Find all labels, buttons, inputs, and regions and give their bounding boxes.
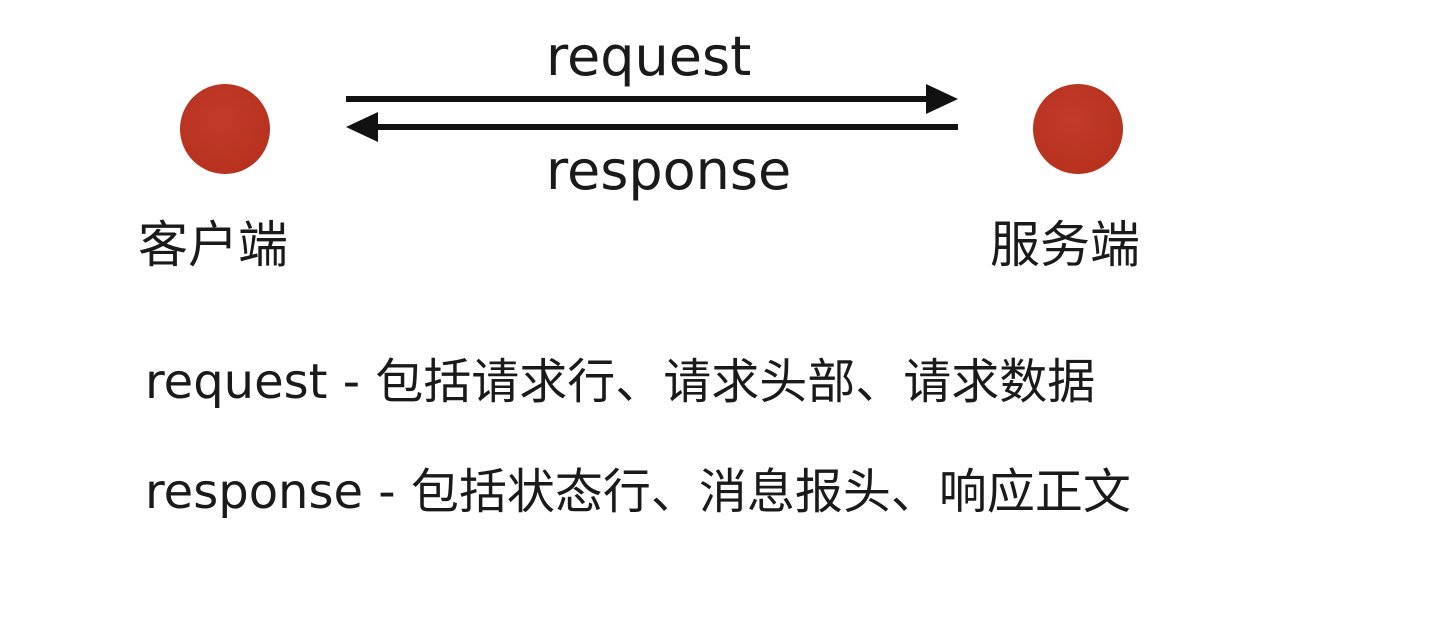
request-arrowhead <box>926 84 958 114</box>
request-arrow <box>346 84 958 114</box>
response-description: response - 包括状态行、消息报头、响应正文 <box>145 464 1131 520</box>
request-arrow-label: request <box>546 25 752 88</box>
arrows-diagram <box>346 84 958 142</box>
response-arrow <box>346 112 958 142</box>
response-arrow-label: response <box>546 139 792 202</box>
response-arrowhead <box>346 112 378 142</box>
request-description: request - 包括请求行、请求头部、请求数据 <box>145 354 1096 410</box>
